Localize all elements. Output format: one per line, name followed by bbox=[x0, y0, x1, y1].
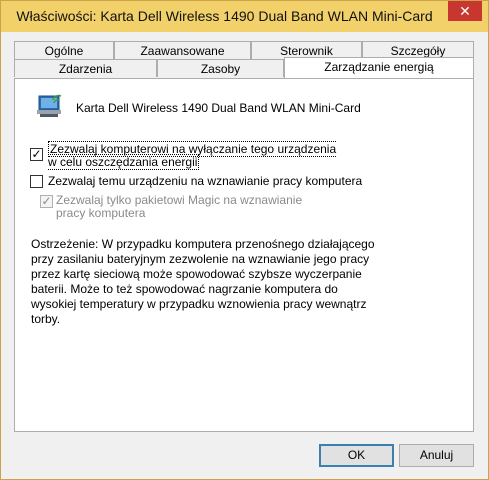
allow-wake-checkbox[interactable] bbox=[30, 175, 43, 188]
device-name: Karta Dell Wireless 1490 Dual Band WLAN … bbox=[76, 101, 361, 115]
allow-wake-label[interactable]: Zezwalaj temu urządzeniu na wznawianie p… bbox=[48, 175, 362, 188]
warning-text: Ostrzeżenie: W przypadku komputera przen… bbox=[31, 237, 375, 326]
allow-turn-off-text: Zezwalaj komputerowi na wyłączanie tego … bbox=[48, 141, 337, 170]
tab-zasoby[interactable]: Zasoby bbox=[157, 59, 284, 77]
network-adapter-icon bbox=[36, 93, 66, 122]
magic-packet-checkbox: ✓ bbox=[40, 194, 53, 208]
allow-turn-off-label[interactable]: Zezwalaj komputerowi na wyłączanie tego … bbox=[48, 141, 343, 170]
tab-panel-power-management: Karta Dell Wireless 1490 Dual Band WLAN … bbox=[14, 78, 474, 432]
allow-turn-off-checkbox[interactable]: ✓ bbox=[30, 148, 43, 161]
cancel-button[interactable]: Anuluj bbox=[399, 444, 474, 467]
tab-zaawansowane[interactable]: Zaawansowane bbox=[114, 41, 251, 59]
window-title: Właściwości: Karta Dell Wireless 1490 Du… bbox=[16, 8, 433, 24]
magic-packet-label: Zezwalaj tylko pakietowi Magic na wznawi… bbox=[56, 193, 303, 220]
title-bar: Właściwości: Karta Dell Wireless 1490 Du… bbox=[1, 1, 488, 32]
ok-button[interactable]: OK bbox=[319, 444, 394, 467]
properties-dialog: Właściwości: Karta Dell Wireless 1490 Du… bbox=[0, 0, 489, 480]
tab-ogolne[interactable]: Ogólne bbox=[14, 41, 114, 59]
close-button[interactable]: ✕ bbox=[448, 1, 482, 21]
tab-zdarzenia[interactable]: Zdarzenia bbox=[14, 59, 157, 77]
tab-zarzadzanie-energia[interactable]: Zarządzanie energią bbox=[284, 57, 474, 78]
